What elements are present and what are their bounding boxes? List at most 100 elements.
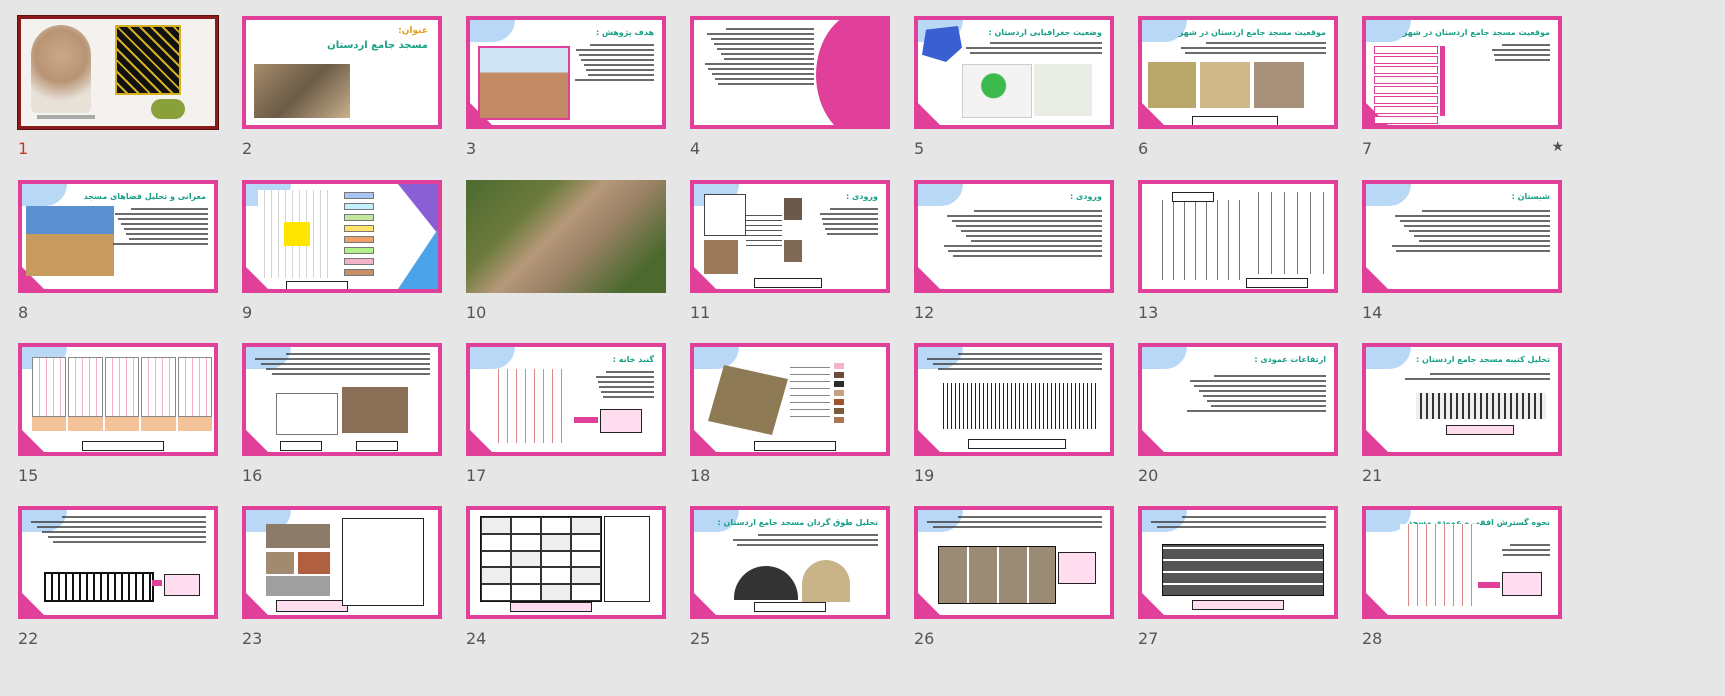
slide-thumbnail[interactable] bbox=[466, 180, 666, 293]
text-lines bbox=[942, 210, 1102, 260]
slide-thumbnail[interactable]: ورودی : bbox=[914, 180, 1114, 293]
slide-thumbnail[interactable] bbox=[17, 15, 219, 130]
slide-thumbnail-cell: تحلیل طوق گردان مسجد جامع اردستان : 25 bbox=[690, 506, 890, 648]
plan-labels bbox=[32, 417, 213, 431]
slide-thumbnail[interactable]: ارتفاعات عمودی : bbox=[1138, 343, 1338, 456]
slide-number: 4 bbox=[690, 139, 701, 158]
slide-number: 5 bbox=[914, 139, 925, 158]
slide-number: 26 bbox=[914, 629, 935, 648]
slide-thumbnail[interactable] bbox=[914, 506, 1114, 619]
slide-thumbnail[interactable] bbox=[242, 343, 442, 456]
slide-thumbnail[interactable]: وضعیت جغرافیایی اردستان : bbox=[914, 16, 1114, 129]
entrance-photo-3 bbox=[784, 240, 802, 262]
slide-thumbnail-cell: 1 bbox=[17, 15, 219, 158]
slide-thumbnail-cell: نحوه گسترش افقی و عمودی مسجد 28 bbox=[1362, 506, 1562, 648]
text-lines bbox=[1500, 544, 1550, 559]
slide-thumbnail[interactable] bbox=[1138, 506, 1338, 619]
slide-thumbnail[interactable]: تحلیل کتیبه مسجد جامع اردستان : bbox=[1362, 343, 1562, 456]
arch-photo-2 bbox=[802, 560, 850, 602]
slide-title: تحلیل طوق گردان مسجد جامع اردستان : bbox=[717, 518, 878, 527]
slide-thumbnail[interactable] bbox=[690, 343, 890, 456]
slide-thumbnail[interactable] bbox=[914, 343, 1114, 456]
slide-title: ورودی : bbox=[846, 192, 878, 201]
mosque-aerial-photo bbox=[254, 64, 350, 118]
slide-thumbnail[interactable] bbox=[18, 343, 218, 456]
text-lines bbox=[922, 516, 1102, 531]
slide-thumbnail[interactable]: هدف پژوهش : bbox=[466, 16, 666, 129]
slide-thumbnail[interactable]: عنوان: مسجد جامع اردستان bbox=[242, 16, 442, 129]
slide-thumbnail-cell: ارتفاعات عمودی : 20 bbox=[1138, 343, 1338, 485]
section-drawing bbox=[276, 393, 338, 435]
text-lines bbox=[112, 208, 208, 248]
slide-thumbnail[interactable]: شبستان : bbox=[1362, 180, 1562, 293]
text-lines bbox=[1146, 516, 1326, 531]
circle-decoration bbox=[816, 20, 886, 125]
slide-title: گنبد خانه : bbox=[612, 355, 654, 364]
slide-thumbnail[interactable] bbox=[242, 180, 442, 293]
slide-title: شبستان : bbox=[1511, 192, 1550, 201]
slide-thumbnail[interactable]: نحوه گسترش افقی و عمودی مسجد bbox=[1362, 506, 1562, 619]
slide-number: 20 bbox=[1138, 466, 1159, 485]
legend bbox=[834, 363, 844, 426]
text-lines bbox=[962, 42, 1102, 57]
slide-thumbnail-cell: 9 bbox=[242, 180, 442, 322]
slide-thumbnail[interactable] bbox=[1138, 180, 1338, 293]
map-photo-3 bbox=[1254, 62, 1304, 108]
slide-number: 6 bbox=[1138, 139, 1149, 158]
text-lines bbox=[1390, 210, 1550, 255]
slide-thumbnail[interactable]: معرانی و تحلیل فضاهای مسجد bbox=[18, 180, 218, 293]
slide-number: 2 bbox=[242, 139, 253, 158]
caption-box bbox=[276, 600, 348, 612]
slide-number: 7 bbox=[1362, 139, 1373, 158]
slide-title: مسجد جامع اردستان bbox=[327, 40, 428, 51]
slide-number: 13 bbox=[1138, 303, 1159, 322]
slide-number: 1 bbox=[18, 139, 29, 158]
caption-box bbox=[356, 441, 398, 451]
caption-box bbox=[286, 281, 348, 289]
corner-decoration bbox=[1142, 430, 1164, 452]
calligraphy-box bbox=[44, 572, 154, 602]
building-photos bbox=[342, 387, 408, 433]
corner-decoration bbox=[22, 184, 67, 206]
slide-thumbnail-cell: 26 bbox=[914, 506, 1114, 648]
slide-number: 11 bbox=[690, 303, 711, 322]
caption-box bbox=[754, 278, 822, 288]
slide-thumbnail-cell: 15 bbox=[18, 343, 218, 485]
caption-box bbox=[754, 602, 826, 612]
inscription-band bbox=[940, 383, 1096, 429]
corner-decoration bbox=[22, 593, 44, 615]
corner-decoration bbox=[694, 593, 716, 615]
slide-thumbnail[interactable]: تحلیل طوق گردان مسجد جامع اردستان : bbox=[690, 506, 890, 619]
slide-thumbnail[interactable]: ورودی : bbox=[690, 180, 890, 293]
entrance-photo-2 bbox=[784, 198, 802, 220]
slide-thumbnail[interactable] bbox=[690, 16, 890, 129]
slide-thumbnail[interactable]: گنبد خانه : bbox=[466, 343, 666, 456]
corner-decoration bbox=[694, 430, 716, 452]
slide-thumbnail[interactable]: موقعیت مسجد جامع اردستان در شهر bbox=[1138, 16, 1338, 129]
slide-thumbnail-cell: 19 bbox=[914, 343, 1114, 485]
slide-thumbnail[interactable] bbox=[242, 506, 442, 619]
plant-photo bbox=[151, 99, 185, 119]
corner-decoration bbox=[1366, 267, 1388, 289]
corner-decoration bbox=[1366, 430, 1388, 452]
slide-number: 21 bbox=[1362, 466, 1383, 485]
slide-number: 27 bbox=[1138, 629, 1159, 648]
corner-decoration bbox=[1366, 184, 1411, 206]
slide-title: هدف پژوهش : bbox=[595, 28, 654, 37]
slide-thumbnail-cell: 18 bbox=[690, 343, 890, 485]
corner-decoration bbox=[470, 430, 492, 452]
inscription-photo-3 bbox=[298, 552, 330, 574]
ornament-table bbox=[938, 546, 1056, 604]
slide-thumbnail[interactable] bbox=[18, 506, 218, 619]
inscription-photo bbox=[1416, 393, 1546, 419]
caption-box bbox=[280, 441, 322, 451]
slide-thumbnail-cell: هدف پژوهش : 3 bbox=[466, 16, 666, 158]
plan-sketch bbox=[704, 194, 746, 236]
vase-photo bbox=[31, 25, 91, 113]
text-lines bbox=[594, 371, 654, 401]
slide-thumbnail[interactable]: موقعیت مسجد جامع اردستان در شهر bbox=[1362, 16, 1562, 129]
slide-title: وضعیت جغرافیایی اردستان : bbox=[988, 28, 1102, 37]
dome-section bbox=[1400, 524, 1480, 606]
slide-thumbnail[interactable] bbox=[466, 506, 666, 619]
calligraphy-frame bbox=[115, 25, 181, 95]
